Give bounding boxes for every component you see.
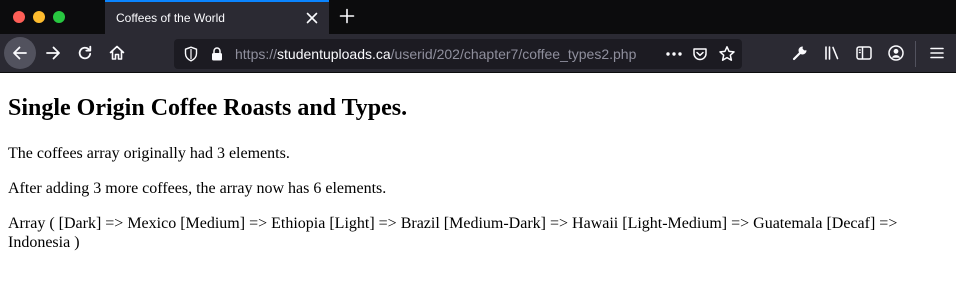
sidebar-icon[interactable] bbox=[848, 37, 880, 69]
array-dump-text: Array ( [Dark] => Mexico [Medium] => Eth… bbox=[8, 215, 898, 251]
reload-icon[interactable] bbox=[69, 37, 101, 69]
page-heading: Single Origin Coffee Roasts and Types. bbox=[8, 95, 408, 121]
url-path: /userid/202/chapter7/coffee_types2.php bbox=[390, 46, 637, 62]
url-text: https://studentuploads.ca/userid/202/cha… bbox=[235, 39, 636, 69]
close-window-button[interactable] bbox=[13, 11, 25, 23]
bookmark-star-icon[interactable] bbox=[717, 39, 737, 69]
account-icon[interactable] bbox=[880, 37, 912, 69]
tab-title: Coffees of the World bbox=[116, 11, 225, 25]
toolbar-divider bbox=[915, 41, 916, 67]
original-count-text: The coffees array originally had 3 eleme… bbox=[8, 145, 290, 162]
tab-strip: Coffees of the World bbox=[0, 0, 956, 34]
updated-count-text: After adding 3 more coffees, the array n… bbox=[8, 180, 387, 197]
tab-active[interactable]: Coffees of the World bbox=[105, 0, 329, 34]
plus-icon[interactable] bbox=[336, 5, 358, 27]
url-bar[interactable]: https://studentuploads.ca/userid/202/cha… bbox=[174, 39, 742, 69]
hamburger-menu-icon[interactable] bbox=[921, 37, 953, 69]
nav-toolbar: https://studentuploads.ca/userid/202/cha… bbox=[0, 34, 956, 73]
tracking-shield-icon[interactable] bbox=[181, 39, 201, 69]
forward-arrow-icon[interactable] bbox=[37, 37, 69, 69]
more-ellipsis-icon[interactable] bbox=[661, 39, 687, 69]
minimize-window-button[interactable] bbox=[33, 11, 45, 23]
home-icon[interactable] bbox=[101, 37, 133, 69]
zoom-window-button[interactable] bbox=[53, 11, 65, 23]
library-icon[interactable] bbox=[816, 37, 848, 69]
close-icon[interactable] bbox=[302, 8, 322, 28]
wrench-icon[interactable] bbox=[784, 37, 816, 69]
back-arrow-icon[interactable] bbox=[4, 37, 36, 69]
url-scheme: https:// bbox=[235, 46, 278, 62]
url-host: studentuploads.ca bbox=[277, 46, 391, 62]
pocket-icon[interactable] bbox=[690, 39, 710, 69]
lock-icon[interactable] bbox=[207, 39, 227, 69]
page-content: Single Origin Coffee Roasts and Types. T… bbox=[0, 73, 956, 296]
